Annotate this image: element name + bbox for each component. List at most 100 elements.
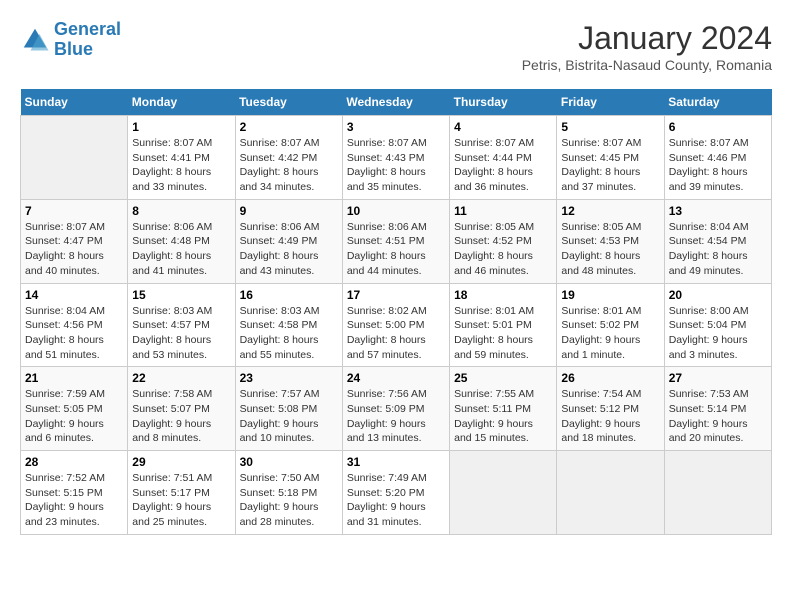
day-info: Sunrise: 8:03 AM Sunset: 4:57 PM Dayligh… (132, 304, 230, 363)
day-number: 9 (240, 204, 338, 218)
day-number: 3 (347, 120, 445, 134)
day-number: 7 (25, 204, 123, 218)
calendar-cell: 25 Sunrise: 7:55 AM Sunset: 5:11 PM Dayli… (450, 367, 557, 451)
header-day-sunday: Sunday (21, 89, 128, 116)
day-number: 1 (132, 120, 230, 134)
calendar-table: SundayMondayTuesdayWednesdayThursdayFrid… (20, 89, 772, 535)
day-number: 18 (454, 288, 552, 302)
day-number: 29 (132, 455, 230, 469)
calendar-header-row: SundayMondayTuesdayWednesdayThursdayFrid… (21, 89, 772, 116)
calendar-week-5: 28 Sunrise: 7:52 AM Sunset: 5:15 PM Dayli… (21, 451, 772, 535)
day-info: Sunrise: 8:07 AM Sunset: 4:42 PM Dayligh… (240, 136, 338, 195)
day-info: Sunrise: 7:49 AM Sunset: 5:20 PM Dayligh… (347, 471, 445, 530)
header-day-tuesday: Tuesday (235, 89, 342, 116)
day-info: Sunrise: 8:03 AM Sunset: 4:58 PM Dayligh… (240, 304, 338, 363)
calendar-cell: 10 Sunrise: 8:06 AM Sunset: 4:51 PM Dayli… (342, 199, 449, 283)
logo: General Blue (20, 20, 121, 60)
day-info: Sunrise: 8:07 AM Sunset: 4:43 PM Dayligh… (347, 136, 445, 195)
day-number: 12 (561, 204, 659, 218)
day-number: 4 (454, 120, 552, 134)
day-number: 30 (240, 455, 338, 469)
day-number: 22 (132, 371, 230, 385)
calendar-cell: 31Sunrise: 7:49 AM Sunset: 5:20 PM Dayli… (342, 451, 449, 535)
day-info: Sunrise: 8:07 AM Sunset: 4:44 PM Dayligh… (454, 136, 552, 195)
subtitle: Petris, Bistrita-Nasaud County, Romania (522, 57, 772, 73)
calendar-week-2: 7 Sunrise: 8:07 AM Sunset: 4:47 PM Daylig… (21, 199, 772, 283)
calendar-cell (557, 451, 664, 535)
calendar-cell: 9Sunrise: 8:06 AM Sunset: 4:49 PM Daylig… (235, 199, 342, 283)
calendar-cell: 3 Sunrise: 8:07 AM Sunset: 4:43 PM Daylig… (342, 116, 449, 200)
day-number: 24 (347, 371, 445, 385)
day-info: Sunrise: 8:06 AM Sunset: 4:51 PM Dayligh… (347, 220, 445, 279)
day-info: Sunrise: 7:50 AM Sunset: 5:18 PM Dayligh… (240, 471, 338, 530)
calendar-cell: 1 Sunrise: 8:07 AM Sunset: 4:41 PM Daylig… (128, 116, 235, 200)
calendar-week-4: 21Sunrise: 7:59 AM Sunset: 5:05 PM Dayli… (21, 367, 772, 451)
calendar-cell: 13 Sunrise: 8:04 AM Sunset: 4:54 PM Dayli… (664, 199, 771, 283)
calendar-cell: 15 Sunrise: 8:03 AM Sunset: 4:57 PM Dayli… (128, 283, 235, 367)
calendar-cell: 6 Sunrise: 8:07 AM Sunset: 4:46 PM Daylig… (664, 116, 771, 200)
day-number: 2 (240, 120, 338, 134)
day-number: 14 (25, 288, 123, 302)
calendar-cell: 8Sunrise: 8:06 AM Sunset: 4:48 PM Daylig… (128, 199, 235, 283)
day-info: Sunrise: 8:04 AM Sunset: 4:54 PM Dayligh… (669, 220, 767, 279)
calendar-cell: 16 Sunrise: 8:03 AM Sunset: 4:58 PM Dayli… (235, 283, 342, 367)
header-day-friday: Friday (557, 89, 664, 116)
day-info: Sunrise: 8:00 AM Sunset: 5:04 PM Dayligh… (669, 304, 767, 363)
logo-text: General Blue (54, 20, 121, 60)
day-info: Sunrise: 8:07 AM Sunset: 4:41 PM Dayligh… (132, 136, 230, 195)
calendar-cell (21, 116, 128, 200)
calendar-cell: 5 Sunrise: 8:07 AM Sunset: 4:45 PM Daylig… (557, 116, 664, 200)
day-info: Sunrise: 7:53 AM Sunset: 5:14 PM Dayligh… (669, 387, 767, 446)
day-number: 8 (132, 204, 230, 218)
calendar-cell: 12 Sunrise: 8:05 AM Sunset: 4:53 PM Dayli… (557, 199, 664, 283)
calendar-cell: 29Sunrise: 7:51 AM Sunset: 5:17 PM Dayli… (128, 451, 235, 535)
day-number: 5 (561, 120, 659, 134)
calendar-cell: 27Sunrise: 7:53 AM Sunset: 5:14 PM Dayli… (664, 367, 771, 451)
day-info: Sunrise: 7:52 AM Sunset: 5:15 PM Dayligh… (25, 471, 123, 530)
header-day-monday: Monday (128, 89, 235, 116)
calendar-cell: 23Sunrise: 7:57 AM Sunset: 5:08 PM Dayli… (235, 367, 342, 451)
calendar-cell (664, 451, 771, 535)
day-number: 13 (669, 204, 767, 218)
header-day-thursday: Thursday (450, 89, 557, 116)
calendar-cell: 28 Sunrise: 7:52 AM Sunset: 5:15 PM Dayli… (21, 451, 128, 535)
day-info: Sunrise: 8:07 AM Sunset: 4:47 PM Dayligh… (25, 220, 123, 279)
day-number: 20 (669, 288, 767, 302)
logo-line1: General (54, 19, 121, 39)
calendar-cell: 21Sunrise: 7:59 AM Sunset: 5:05 PM Dayli… (21, 367, 128, 451)
day-info: Sunrise: 8:05 AM Sunset: 4:53 PM Dayligh… (561, 220, 659, 279)
day-info: Sunrise: 8:07 AM Sunset: 4:45 PM Dayligh… (561, 136, 659, 195)
header-day-wednesday: Wednesday (342, 89, 449, 116)
calendar-cell: 2 Sunrise: 8:07 AM Sunset: 4:42 PM Daylig… (235, 116, 342, 200)
day-number: 25 (454, 371, 552, 385)
calendar-cell: 22Sunrise: 7:58 AM Sunset: 5:07 PM Dayli… (128, 367, 235, 451)
day-number: 23 (240, 371, 338, 385)
header: General Blue January 2024 Petris, Bistri… (20, 20, 772, 73)
calendar-week-3: 14Sunrise: 8:04 AM Sunset: 4:56 PM Dayli… (21, 283, 772, 367)
day-number: 17 (347, 288, 445, 302)
day-number: 16 (240, 288, 338, 302)
day-number: 15 (132, 288, 230, 302)
logo-icon (20, 25, 50, 55)
calendar-cell: 30 Sunrise: 7:50 AM Sunset: 5:18 PM Dayli… (235, 451, 342, 535)
calendar-cell: 19Sunrise: 8:01 AM Sunset: 5:02 PM Dayli… (557, 283, 664, 367)
calendar-cell: 7 Sunrise: 8:07 AM Sunset: 4:47 PM Daylig… (21, 199, 128, 283)
main-title: January 2024 (522, 20, 772, 57)
calendar-week-1: 1 Sunrise: 8:07 AM Sunset: 4:41 PM Daylig… (21, 116, 772, 200)
header-day-saturday: Saturday (664, 89, 771, 116)
day-number: 21 (25, 371, 123, 385)
day-number: 10 (347, 204, 445, 218)
calendar-cell: 17 Sunrise: 8:02 AM Sunset: 5:00 PM Dayli… (342, 283, 449, 367)
logo-line2: Blue (54, 39, 93, 59)
calendar-cell (450, 451, 557, 535)
day-number: 19 (561, 288, 659, 302)
title-area: January 2024 Petris, Bistrita-Nasaud Cou… (522, 20, 772, 73)
calendar-cell: 14Sunrise: 8:04 AM Sunset: 4:56 PM Dayli… (21, 283, 128, 367)
day-info: Sunrise: 8:07 AM Sunset: 4:46 PM Dayligh… (669, 136, 767, 195)
day-number: 11 (454, 204, 552, 218)
day-number: 6 (669, 120, 767, 134)
day-info: Sunrise: 8:05 AM Sunset: 4:52 PM Dayligh… (454, 220, 552, 279)
day-info: Sunrise: 8:02 AM Sunset: 5:00 PM Dayligh… (347, 304, 445, 363)
day-info: Sunrise: 7:55 AM Sunset: 5:11 PM Dayligh… (454, 387, 552, 446)
day-number: 28 (25, 455, 123, 469)
